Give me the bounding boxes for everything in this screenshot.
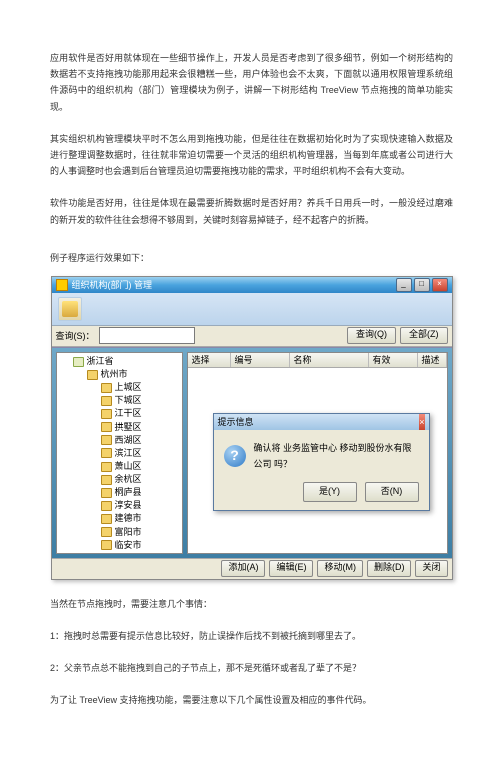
dialog-yes-button[interactable]: 是(Y) bbox=[303, 482, 357, 502]
tree-node-selected[interactable]: 股份软件有限公司 总公司 上海 监控管理办公室 bbox=[99, 552, 180, 554]
folder-icon bbox=[87, 370, 98, 380]
tree-node[interactable]: 富阳市 bbox=[99, 526, 180, 539]
folder-icon bbox=[101, 462, 112, 472]
intro-paragraph-1: 应用软件是否好用就体现在一些细节操作上，开发人员是否考虑到了很多细节，例如一个树… bbox=[50, 50, 453, 115]
tree-node[interactable]: 临安市 bbox=[99, 539, 180, 552]
col-code[interactable]: 编号 bbox=[231, 353, 290, 367]
app-window: 组织机构(部门) 管理 _ □ × 查询(S)： 查询(Q) 全部(Z) bbox=[51, 276, 453, 580]
tree-root[interactable]: 浙江省 杭州市 上城区 下城区 江干区 拱墅区 西湖区 bbox=[71, 355, 180, 554]
folder-icon bbox=[101, 448, 112, 458]
window-title: 组织机构(部门) 管理 bbox=[72, 277, 394, 293]
titlebar: 组织机构(部门) 管理 _ □ × bbox=[52, 277, 452, 293]
move-button[interactable]: 移动(M) bbox=[317, 560, 363, 577]
add-button[interactable]: 添加(A) bbox=[221, 560, 265, 577]
folder-icon bbox=[101, 514, 112, 524]
tree-node[interactable]: 萧山区 bbox=[99, 460, 180, 473]
close-button[interactable]: × bbox=[432, 278, 448, 292]
maximize-button[interactable]: □ bbox=[414, 278, 430, 292]
folder-icon bbox=[101, 475, 112, 485]
dialog-title: 提示信息 bbox=[218, 414, 420, 430]
tree-node[interactable]: 拱墅区 bbox=[99, 421, 180, 434]
tree-node[interactable]: 桐庐县 bbox=[99, 486, 180, 499]
dialog-no-button[interactable]: 否(N) bbox=[365, 482, 419, 502]
screenshot-caption: 例子程序运行效果如下： bbox=[50, 250, 453, 266]
question-icon: ? bbox=[224, 445, 246, 467]
toolbar bbox=[52, 293, 452, 326]
dialog-titlebar: 提示信息 × bbox=[214, 414, 429, 430]
col-valid[interactable]: 有效 bbox=[369, 353, 418, 367]
folder-icon bbox=[101, 501, 112, 511]
folder-icon bbox=[101, 409, 112, 419]
search-input[interactable] bbox=[99, 327, 195, 344]
dialog-message: 确认将 业务监管中心 移动到股份水有限公司 吗？ bbox=[254, 440, 419, 472]
tree-node[interactable]: 杭州市 上城区 下城区 江干区 拱墅区 西湖区 滨江区 bbox=[85, 368, 180, 554]
toolbar-button-1[interactable] bbox=[58, 297, 82, 321]
tree-node[interactable]: 余杭区 bbox=[99, 473, 180, 486]
grid-pane: 选择 编号 名称 有效 描述 提示信息 × ? bbox=[187, 352, 448, 554]
note-1: 1：拖拽时总需要有提示信息比较好，防止误操作后找不到被托摘到哪里去了。 bbox=[50, 628, 453, 644]
col-name[interactable]: 名称 bbox=[290, 353, 369, 367]
note-2: 2：父亲节点总不能拖拽到自己的子节点上，那不是死循环或者乱了辈了不是？ bbox=[50, 660, 453, 676]
search-button[interactable]: 查询(Q) bbox=[347, 327, 396, 344]
screenshot: 组织机构(部门) 管理 _ □ × 查询(S)： 查询(Q) 全部(Z) bbox=[50, 276, 453, 580]
folder-icon bbox=[101, 540, 112, 550]
delete-button[interactable]: 删除(D) bbox=[367, 560, 412, 577]
tree-pane[interactable]: 浙江省 杭州市 上城区 下城区 江干区 拱墅区 西湖区 bbox=[56, 352, 183, 554]
folder-icon bbox=[101, 527, 112, 537]
intro-paragraph-2: 其实组织机构管理模块平时不怎么用到拖拽功能，但是往往在数据初始化时为了实现快速输… bbox=[50, 131, 453, 180]
edit-button[interactable]: 编辑(E) bbox=[269, 560, 313, 577]
confirm-dialog: 提示信息 × ? 确认将 业务监管中心 移动到股份水有限公司 吗？ 是(Y) 否… bbox=[213, 413, 430, 511]
tree-node[interactable]: 建德市 bbox=[99, 512, 180, 525]
tree-node[interactable]: 下城区 bbox=[99, 394, 180, 407]
folder-icon bbox=[101, 422, 112, 432]
minimize-button[interactable]: _ bbox=[396, 278, 412, 292]
tree-node[interactable]: 上城区 bbox=[99, 381, 180, 394]
closing-paragraph: 为了让 TreeView 支持拖拽功能，需要注意以下几个属性设置及相应的事件代码… bbox=[50, 692, 453, 708]
folder-icon bbox=[101, 488, 112, 498]
folder-icon bbox=[101, 553, 112, 554]
grid-header: 选择 编号 名称 有效 描述 bbox=[188, 353, 447, 368]
close-window-button[interactable]: 关闭 bbox=[415, 560, 447, 577]
app-icon bbox=[56, 279, 68, 291]
tree-node[interactable]: 西湖区 bbox=[99, 434, 180, 447]
folder-icon bbox=[73, 357, 84, 367]
notes-intro: 当然在节点拖拽时，需要注意几个事情： bbox=[50, 596, 453, 612]
status-bar: 添加(A) 编辑(E) 移动(M) 删除(D) 关闭 bbox=[52, 558, 452, 579]
search-bar: 查询(S)： 查询(Q) 全部(Z) bbox=[52, 326, 452, 347]
col-desc[interactable]: 描述 bbox=[418, 353, 447, 367]
intro-paragraph-3: 软件功能是否好用，往往是体现在最需要折腾数据时是否好用？养兵千日用兵一时，一般没… bbox=[50, 195, 453, 227]
reset-button[interactable]: 全部(Z) bbox=[400, 327, 448, 344]
folder-icon bbox=[101, 435, 112, 445]
folder-icon bbox=[101, 396, 112, 406]
tree-node[interactable]: 江干区 bbox=[99, 407, 180, 420]
folder-icon bbox=[101, 383, 112, 393]
tree-node[interactable]: 淳安县 bbox=[99, 499, 180, 512]
tree-node[interactable]: 滨江区 bbox=[99, 447, 180, 460]
dialog-close-button[interactable]: × bbox=[419, 414, 424, 430]
search-label: 查询(S)： bbox=[56, 328, 95, 344]
col-select[interactable]: 选择 bbox=[188, 353, 231, 367]
